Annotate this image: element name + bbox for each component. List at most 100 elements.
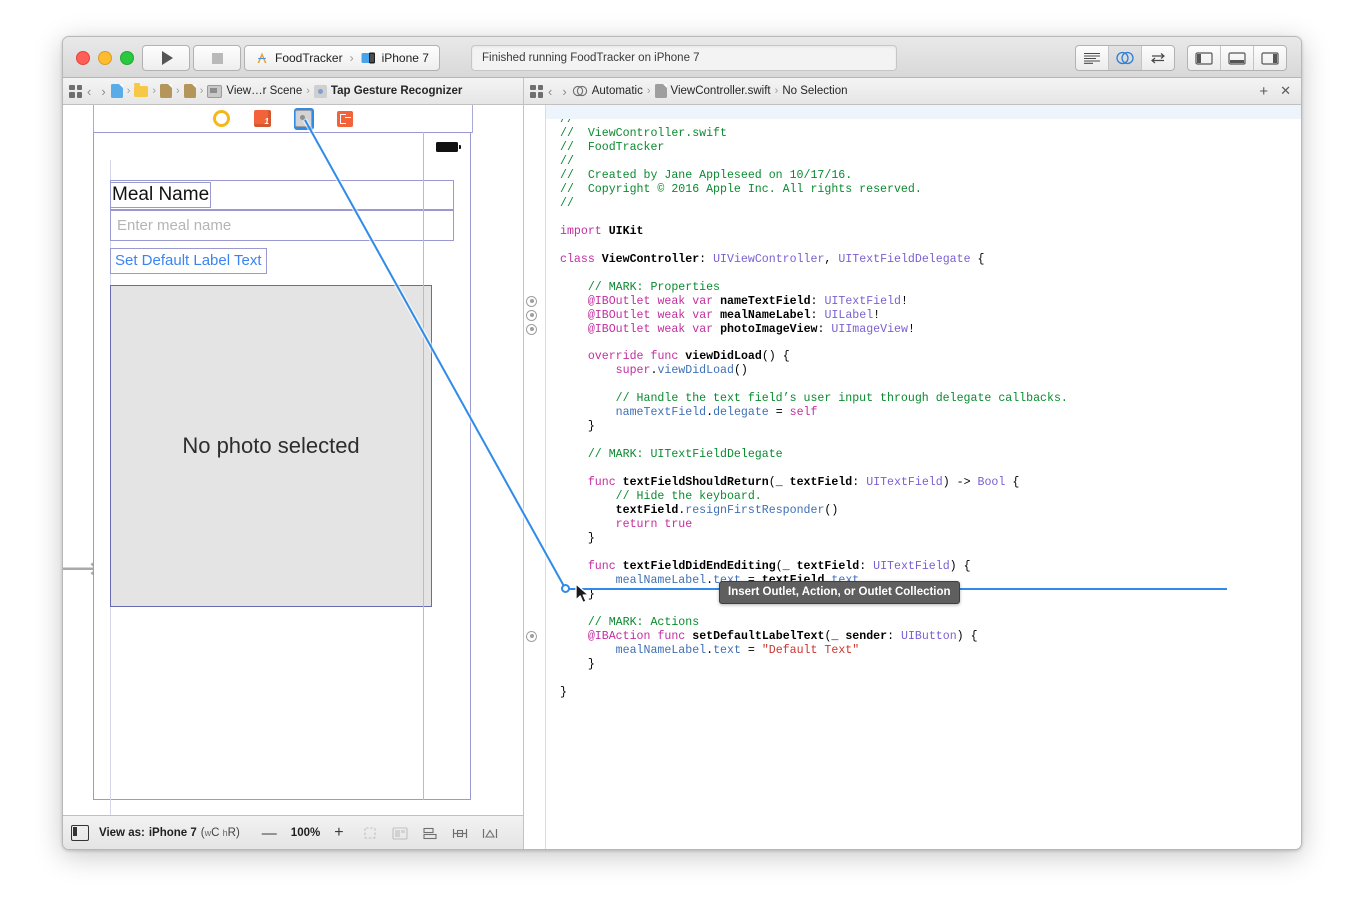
breadcrumb-assistant-mode[interactable]: Automatic xyxy=(572,85,643,97)
xcode-window: FoodTracker › iPhone 7 Finished running … xyxy=(62,36,1302,850)
run-button[interactable] xyxy=(142,45,190,71)
code-token: // Created by Jane Appleseed on 10/17/16… xyxy=(560,168,853,182)
code-token: // MARK: Properties xyxy=(560,280,721,294)
code-token: func xyxy=(587,560,616,573)
connection-dot-icon xyxy=(526,630,537,642)
scheme-selector[interactable]: FoodTracker › iPhone 7 xyxy=(244,45,440,71)
breadcrumb-selection[interactable]: No Selection xyxy=(782,85,847,97)
code-line: super.viewDidLoad() xyxy=(560,364,748,377)
breadcrumb-sep-2: › xyxy=(152,85,157,97)
back-button[interactable]: ‹ xyxy=(82,84,96,99)
minimize-button[interactable] xyxy=(98,51,112,65)
code-token: @IBAction xyxy=(587,629,651,643)
breadcrumb-gesture[interactable]: Tap Gesture Recognizer xyxy=(313,84,462,98)
code-token: mealNameLabel xyxy=(615,643,707,657)
align-icon[interactable] xyxy=(422,826,439,840)
dock-tap-gesture-recognizer-icon[interactable] xyxy=(293,107,314,130)
photo-image-view[interactable]: No photo selected xyxy=(110,285,432,607)
close-button[interactable] xyxy=(76,51,90,65)
code-line: // MARK: UITextFieldDelegate xyxy=(560,448,783,461)
code-token: textFieldDidEndEditing xyxy=(622,560,776,573)
code-editor[interactable]: // // ViewController.swift // FoodTracke… xyxy=(524,105,1301,849)
add-assistant-editor-button[interactable]: + xyxy=(1259,83,1268,100)
device-icon xyxy=(361,52,375,63)
back-button[interactable]: ‹ xyxy=(543,84,557,99)
standard-editor-button[interactable] xyxy=(1076,46,1109,70)
source-code[interactable]: // // ViewController.swift // FoodTracke… xyxy=(546,105,1301,700)
related-items-icon[interactable] xyxy=(530,84,543,98)
related-items-icon[interactable] xyxy=(69,84,82,98)
code-token: var xyxy=(692,322,714,336)
close-assistant-editor-button[interactable]: ✕ xyxy=(1280,83,1291,99)
set-default-button-container: Set Default Label Text xyxy=(110,248,268,275)
resolve-issues-icon[interactable] xyxy=(482,826,499,840)
code-token: mealNameLabel xyxy=(720,308,811,322)
code-token: var xyxy=(692,294,714,308)
gutter-connection-dot[interactable] xyxy=(526,323,544,336)
current-line-highlight xyxy=(546,105,1301,119)
code-text-area[interactable]: // // ViewController.swift // FoodTracke… xyxy=(546,105,1301,849)
assistant-automatic-icon xyxy=(572,85,587,97)
code-token: : xyxy=(852,476,867,490)
assistant-editor-button[interactable] xyxy=(1109,46,1142,70)
update-frames-icon[interactable] xyxy=(362,826,379,840)
code-token: : xyxy=(810,294,825,308)
code-token: textField xyxy=(796,560,860,573)
code-token: delegate xyxy=(713,406,769,420)
breadcrumb-folder[interactable] xyxy=(134,83,149,97)
pin-icon[interactable] xyxy=(452,826,469,840)
breadcrumb-swift-file[interactable]: ViewController.swift xyxy=(654,84,771,98)
breadcrumb-sep-1: › xyxy=(126,85,131,97)
code-gutter[interactable] xyxy=(524,105,546,849)
scene-icon xyxy=(207,84,223,98)
breadcrumb-scene[interactable]: View…r Scene xyxy=(207,84,302,98)
code-line: func textFieldShouldReturn(_ textField: … xyxy=(560,476,1019,489)
navigator-toggle-button[interactable] xyxy=(1188,46,1221,70)
initial-view-controller-arrow: ⟶ xyxy=(63,548,100,588)
code-token: mealNameLabel xyxy=(615,573,707,587)
code-line: } xyxy=(560,420,595,433)
code-token: viewDidLoad xyxy=(685,350,762,364)
storyboard-icon xyxy=(110,84,123,98)
view-as-device[interactable]: iPhone 7 xyxy=(149,827,197,839)
breadcrumb-project[interactable] xyxy=(110,84,123,98)
gutter-connection-dot[interactable] xyxy=(526,630,544,643)
standard-editor-icon xyxy=(1084,52,1100,64)
version-editor-button[interactable] xyxy=(1142,46,1174,70)
ib-canvas[interactable]: 1 ⟶ Meal Name xyxy=(63,105,523,815)
breadcrumb-file-1[interactable] xyxy=(160,84,173,98)
debug-toggle-button[interactable] xyxy=(1221,46,1254,70)
meal-name-label-container[interactable]: Meal Name xyxy=(110,180,454,210)
zoom-in-button[interactable]: + xyxy=(334,824,343,842)
gutter-connection-dot[interactable] xyxy=(526,295,544,308)
set-default-label-text-button[interactable]: Set Default Label Text xyxy=(110,248,268,274)
iphone-scene-view[interactable]: Meal Name Enter meal name Set Default La… xyxy=(93,132,471,815)
ib-jump-bar: ‹ › › › › › View…r Scene › Tap Gesture R… xyxy=(63,78,523,105)
zoom-out-button[interactable]: — xyxy=(262,825,277,842)
code-line: // MARK: Actions xyxy=(560,616,699,629)
code-token: } xyxy=(560,420,595,434)
stop-button[interactable] xyxy=(193,45,241,71)
code-line: // Hide the keyboard. xyxy=(560,490,762,503)
debug-toggle-icon xyxy=(1228,51,1246,65)
dock-exit-icon[interactable] xyxy=(335,109,355,129)
dock-first-responder-icon[interactable]: 1 xyxy=(253,109,273,129)
embed-in-icon[interactable] xyxy=(392,826,409,840)
code-token: (_ xyxy=(824,629,846,643)
view-as-icon[interactable] xyxy=(71,825,89,841)
gutter-connection-dot[interactable] xyxy=(526,309,544,322)
forward-button[interactable]: › xyxy=(96,84,110,99)
window-titlebar: FoodTracker › iPhone 7 Finished running … xyxy=(63,37,1301,78)
forward-button[interactable]: › xyxy=(557,84,571,99)
code-token: // ViewController.swift xyxy=(560,126,727,140)
meal-name-label[interactable]: Meal Name xyxy=(110,181,212,208)
breadcrumb-file-2[interactable] xyxy=(183,84,196,98)
utilities-toggle-button[interactable] xyxy=(1254,46,1286,70)
meal-name-textfield[interactable]: Enter meal name xyxy=(110,210,454,241)
zoom-button[interactable] xyxy=(120,51,134,65)
dock-view-controller-icon[interactable] xyxy=(212,109,232,129)
code-token: resignFirstResponder xyxy=(685,504,825,518)
